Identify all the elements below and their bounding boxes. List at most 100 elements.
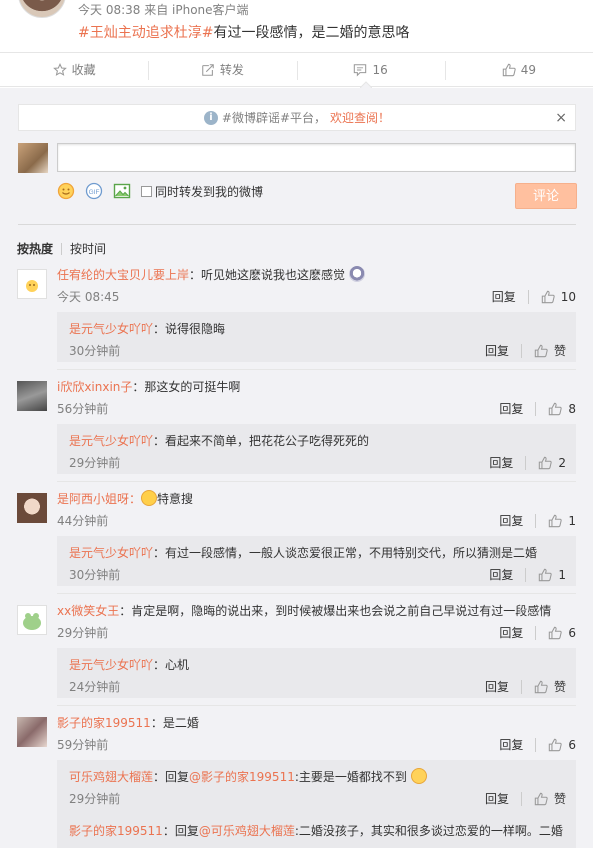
face-emoji-icon <box>410 768 427 784</box>
reply-button[interactable]: 回复 <box>492 288 516 305</box>
comment-like-button[interactable]: 1 <box>548 514 576 528</box>
commenter-name[interactable]: xx微笑女王 <box>57 604 119 618</box>
comment-like-button[interactable]: 10 <box>541 290 576 304</box>
notice-highlight[interactable]: 欢迎查阅！ <box>330 109 390 126</box>
comment-time: 44分钟前 <box>57 514 109 528</box>
comment-actions: 回复 8 <box>499 400 576 417</box>
reply-button[interactable]: 回复 <box>485 678 509 695</box>
comment-time: 59分钟前 <box>57 738 109 752</box>
commenter-name[interactable]: 是阿西小姐呀 <box>57 492 129 506</box>
action-separator <box>525 455 527 470</box>
comment-like-count: 8 <box>568 401 576 416</box>
reply-mention[interactable]: @可乐鸡翅大榴莲 <box>199 824 295 838</box>
reply-list: 可乐鸡翅大榴莲：回复@影子的家199511:主要是一婚都找不到 29分钟前 回复… <box>57 760 576 848</box>
reply-author-name[interactable]: 是元气少女吖吖 <box>69 434 153 448</box>
thumbs-up-icon <box>541 290 555 303</box>
reply-author-name[interactable]: 可乐鸡翅大榴莲 <box>69 770 153 784</box>
post-action-bar: 收藏 转发 16 49 <box>0 52 593 87</box>
reply-like-button[interactable]: 赞 <box>534 790 566 807</box>
reply-like-button[interactable]: 1 <box>538 568 566 582</box>
comment-divider <box>57 705 576 706</box>
post-body: 有过一段感情，是二婚的意思咯 <box>213 25 410 41</box>
reply-author-name[interactable]: 是元气少女吖吖 <box>69 322 153 336</box>
reply-text: 是元气少女吖吖：心机 <box>69 656 189 673</box>
repost-button[interactable]: 转发 <box>148 53 296 86</box>
commenter-name[interactable]: 影子的家199511 <box>57 716 151 730</box>
comment-time: 今天 08:45 <box>57 290 120 304</box>
comment-content: ：肯定是啊，隐晦的说出来，到时候被爆出来也会说之前自己早说过有过一段感情 <box>119 604 552 618</box>
thumbs-up-icon <box>534 680 548 693</box>
reply-button[interactable]: 回复 <box>489 566 513 583</box>
like-button[interactable]: 49 <box>444 53 593 86</box>
reply-item: 是元气少女吖吖：说得很隐晦 30分钟前 回复 赞 <box>57 312 576 362</box>
comment-like-count: 6 <box>568 737 576 752</box>
sort-by-time-tab[interactable]: 按时间 <box>70 240 106 257</box>
comment-actions: 回复 10 <box>492 288 576 305</box>
thumbs-up-icon <box>502 63 516 76</box>
post-topic-link[interactable]: #王灿主动追求杜淳# <box>78 25 213 41</box>
reply-time: 29分钟前 <box>69 456 121 470</box>
star-icon <box>52 62 67 76</box>
composer-tools: GIF 同时转发到我的微博 <box>57 181 263 201</box>
reply-author-name[interactable]: 是元气少女吖吖 <box>69 658 153 672</box>
reply-author-name[interactable]: 影子的家199511 <box>69 824 163 838</box>
comment-content: ：那这女的可挺牛啊 <box>132 380 241 394</box>
comment-like-button[interactable]: 6 <box>548 738 576 752</box>
comment-like-button[interactable]: 8 <box>548 402 576 416</box>
fist-emoji-icon <box>141 490 158 506</box>
reply-button[interactable]: 回复 <box>499 624 523 641</box>
thumbs-up-icon <box>534 344 548 357</box>
commenter-avatar[interactable] <box>17 605 47 635</box>
comment-time: 56分钟前 <box>57 402 109 416</box>
reply-like-button[interactable]: 赞 <box>534 342 566 359</box>
action-separator <box>520 791 522 806</box>
comment-content: ：听见她这麽说我也这麽感觉 <box>189 268 346 282</box>
comment-divider <box>57 593 576 594</box>
reply-button[interactable]: 回复 <box>485 342 509 359</box>
reply-item: 是元气少女吖吖：心机 24分钟前 回复 赞 <box>57 648 576 698</box>
action-separator <box>535 625 537 640</box>
reply-content: :二婚没孩子，其实和很多谈过恋爱的一样啊。二婚 <box>294 824 563 838</box>
emoji-icon[interactable] <box>57 182 75 200</box>
sort-by-hot-tab[interactable]: 按热度 <box>17 240 53 257</box>
post-author-avatar[interactable] <box>18 0 66 18</box>
reply-button[interactable]: 回复 <box>489 454 513 471</box>
reply-author-name[interactable]: 是元气少女吖吖 <box>69 546 153 560</box>
comment-text: 任宥纶的大宝贝儿要上岸：听见她这麽说我也这麽感觉 <box>57 266 365 283</box>
reply-button[interactable]: 回复 <box>485 790 509 807</box>
close-icon[interactable]: × <box>555 110 567 126</box>
notice-text[interactable]: #微博辟谣#平台， <box>222 109 326 126</box>
commenter-name[interactable]: i欣欣xinxin子 <box>57 380 132 394</box>
thumbs-up-icon <box>534 792 548 805</box>
favorite-button[interactable]: 收藏 <box>0 53 148 86</box>
reply-button[interactable]: 回复 <box>499 736 523 753</box>
reply-content: ：心机 <box>153 658 190 672</box>
reply-button[interactable]: 回复 <box>499 400 523 417</box>
comment-panel: i #微博辟谣#平台， 欢迎查阅！ × GIF 同时转发到我的微博 评论 按热度 … <box>0 88 593 848</box>
comment-like-button[interactable]: 6 <box>548 626 576 640</box>
commenter-name[interactable]: 任宥纶的大宝贝儿要上岸 <box>57 268 189 282</box>
also-repost-option[interactable]: 同时转发到我的微博 <box>141 183 263 200</box>
reply-time: 30分钟前 <box>69 344 121 358</box>
reply-text: 是元气少女吖吖：看起来不简单，把花花公子吃得死死的 <box>69 432 369 449</box>
reply-item: 是元气少女吖吖：有过一段感情，一般人谈恋爱很正常，不用特别交代，所以猜测是二婚 … <box>57 536 576 586</box>
image-icon[interactable] <box>113 182 131 200</box>
gif-icon[interactable]: GIF <box>85 182 103 200</box>
submit-comment-button[interactable]: 评论 <box>515 183 577 209</box>
reply-like-button[interactable]: 2 <box>538 456 566 470</box>
sort-tabs: 按热度 按时间 <box>17 240 106 257</box>
commenter-avatar[interactable] <box>17 717 47 747</box>
action-separator <box>535 401 537 416</box>
commenter-avatar[interactable] <box>17 381 47 411</box>
commenter-avatar[interactable] <box>17 493 47 523</box>
also-repost-checkbox[interactable] <box>141 185 152 197</box>
comment-text: xx微笑女王：肯定是啊，隐晦的说出来，到时候被爆出来也会说之前自己早说过有过一段… <box>57 602 551 619</box>
commenter-avatar[interactable] <box>17 269 47 299</box>
comment-icon <box>354 63 367 77</box>
reply-mention[interactable]: @影子的家199511 <box>189 770 295 784</box>
comment-input[interactable] <box>57 143 576 172</box>
reply-like-button[interactable]: 赞 <box>534 678 566 695</box>
thumbs-up-icon <box>549 402 563 415</box>
reply-button[interactable]: 回复 <box>499 512 523 529</box>
favorite-label: 收藏 <box>71 63 96 77</box>
